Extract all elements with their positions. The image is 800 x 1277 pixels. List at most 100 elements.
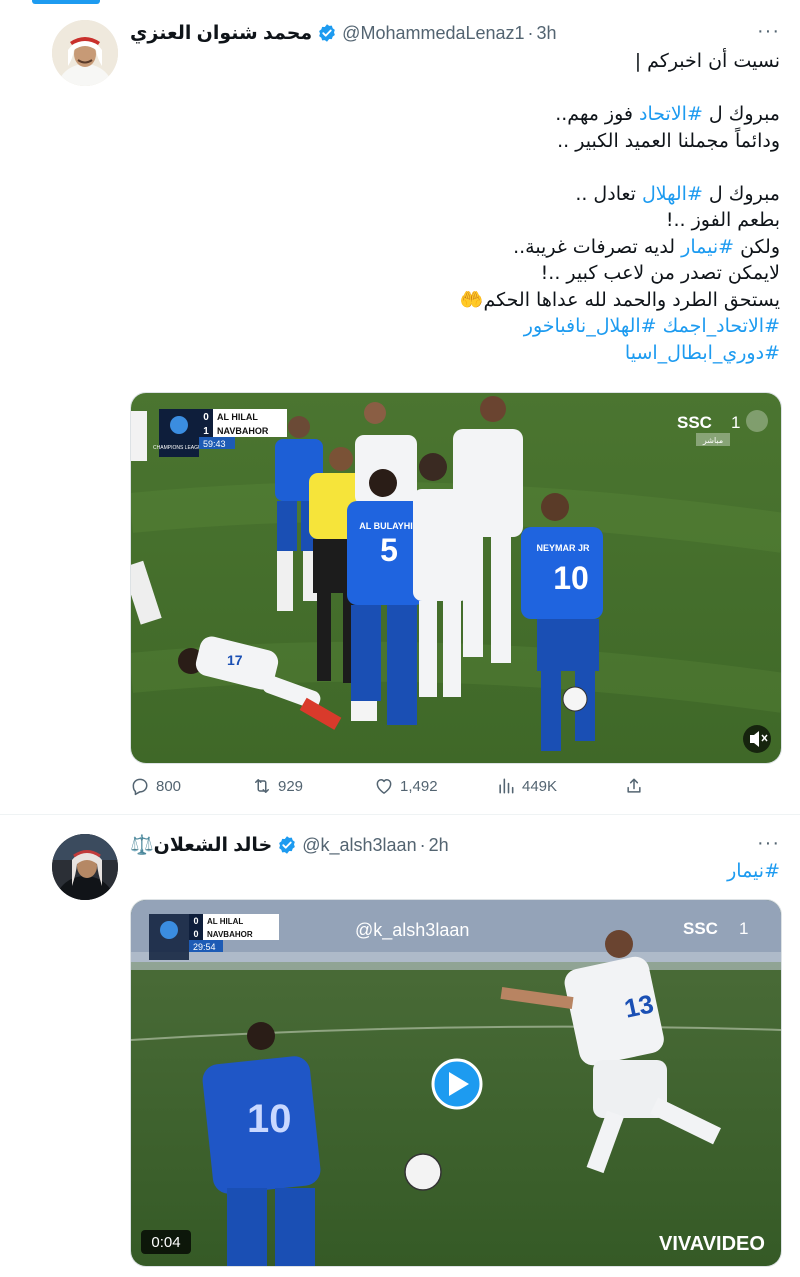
hashtag-link[interactable]: #الهلال bbox=[642, 183, 703, 205]
retweet-count: 929 bbox=[278, 777, 304, 795]
player-number-label: 10 bbox=[247, 1097, 292, 1141]
channel-number: 1 bbox=[739, 919, 748, 938]
hashtag-link[interactable]: #الهلال_نافباخور bbox=[524, 315, 657, 337]
more-options-icon[interactable]: ··· bbox=[757, 832, 780, 855]
hashtag-link[interactable]: #دوري_ابطال_اسيا bbox=[625, 342, 780, 364]
views-count: 449K bbox=[522, 777, 558, 795]
tweet-header: خالد الشعلان⚖️ @k_alsh3laan · 2h bbox=[130, 832, 449, 858]
play-icon[interactable] bbox=[431, 1058, 483, 1110]
text-segment: مبروك ل bbox=[702, 103, 780, 125]
score-home: 0 bbox=[193, 916, 198, 926]
score-away: 0 bbox=[193, 929, 198, 939]
tweet-text-line: نسيت أن اخبركم | bbox=[130, 48, 780, 75]
separator-dot: · bbox=[527, 22, 534, 43]
tweet-text-line: لايمكن تصدر من لاعب كبير ..! bbox=[130, 260, 780, 287]
hashtag-link[interactable]: #نيمار bbox=[727, 860, 780, 882]
score-home: 0 bbox=[203, 412, 209, 423]
team-home: AL HILAL bbox=[217, 412, 258, 422]
share-button[interactable] bbox=[624, 776, 650, 796]
channel-number: 1 bbox=[731, 413, 740, 432]
views-icon bbox=[499, 778, 514, 794]
text-segment: لايمكن تصدر من لاعب كبير ..! bbox=[540, 262, 780, 284]
player-number-label: 5 bbox=[380, 532, 398, 568]
verified-badge-icon bbox=[317, 23, 337, 43]
tweet-text-line: ودائماً مجملنا العميد الكبير .. bbox=[130, 128, 780, 155]
team-home: AL HILAL bbox=[207, 917, 243, 926]
retweet-icon bbox=[255, 779, 269, 793]
display-name[interactable]: خالد الشعلان⚖️ bbox=[130, 833, 272, 857]
like-count: 1,492 bbox=[400, 777, 438, 795]
player-number-label: 13 bbox=[622, 988, 657, 1023]
channel-name: SSC bbox=[677, 413, 712, 432]
display-name[interactable]: محمد شنوان العنزي bbox=[130, 22, 312, 45]
hashtag-link[interactable]: #الاتحاد bbox=[639, 103, 703, 125]
timestamp[interactable]: 3h bbox=[537, 23, 557, 44]
text-segment: نسيت أن اخبركم | bbox=[634, 50, 780, 72]
reply-count: 800 bbox=[156, 777, 182, 795]
tweet-text-line: #الاتحاد_اجمك #الهلال_نافباخور bbox=[130, 313, 780, 340]
text-segment: ودائماً مجملنا العميد الكبير .. bbox=[557, 129, 780, 152]
avatar-image bbox=[52, 834, 118, 900]
avatar-image bbox=[52, 20, 118, 86]
hashtag-link[interactable]: #الاتحاد_اجمك bbox=[663, 315, 780, 337]
team-away: NAVBAHOR bbox=[217, 426, 269, 436]
tweet-text-line: ولكن #نيمار لديه تصرفات غريبة.. bbox=[130, 234, 780, 261]
timestamp[interactable]: 2h bbox=[429, 835, 449, 856]
reply-button[interactable]: 800 bbox=[130, 776, 181, 796]
avatar[interactable] bbox=[52, 20, 118, 86]
tweet-text-line: بطعم الفوز ..! bbox=[130, 207, 780, 234]
video-frame: 0 AL HILAL 0 NAVBAHOR 29:54 @k_alsh3laan… bbox=[131, 900, 781, 1266]
reply-icon bbox=[132, 778, 148, 796]
text-segment: فوز مهم.. bbox=[555, 103, 640, 125]
tweet-text: نسيت أن اخبركم | مبروك ل #الاتحاد فوز مهم… bbox=[130, 48, 780, 366]
avatar[interactable] bbox=[52, 834, 118, 900]
player-name-label: AL BULAYHI bbox=[359, 521, 413, 531]
tweet-text-line: #دوري_ابطال_اسيا bbox=[130, 340, 780, 367]
heart-icon bbox=[376, 779, 392, 794]
text-segment: ولكن bbox=[734, 235, 780, 258]
user-handle[interactable]: @k_alsh3laan bbox=[302, 835, 416, 856]
hashtag-link[interactable]: #نيمار bbox=[681, 236, 734, 258]
tweet-text-line: مبروك ل #الهلال تعادل .. bbox=[130, 181, 780, 208]
tweet-header: محمد شنوان العنزي @MohammedaLenaz1 · 3h bbox=[130, 20, 557, 46]
text-segment: تعادل .. bbox=[575, 182, 642, 205]
tweet-video[interactable]: CHAMPIONS LEAGUE 0 AL HILAL 1 NAVBAHOR 5… bbox=[130, 392, 782, 764]
user-handle[interactable]: @MohammedaLenaz1 bbox=[342, 23, 524, 44]
tweet-text: #نيمار bbox=[130, 858, 780, 885]
team-away: NAVBAHOR bbox=[207, 930, 253, 939]
text-segment: مبروك ل bbox=[702, 182, 780, 205]
text-segment: لديه تصرفات غريبة.. bbox=[513, 235, 682, 258]
league-label: CHAMPIONS LEAGUE bbox=[153, 445, 206, 451]
score-away: 1 bbox=[203, 426, 209, 437]
tweet-text-line bbox=[130, 75, 780, 102]
share-icon bbox=[627, 778, 641, 793]
speaker-mute-icon[interactable] bbox=[743, 725, 771, 753]
player-number-label: 10 bbox=[553, 560, 589, 596]
tweet-article[interactable]: محمد شنوان العنزي @MohammedaLenaz1 · 3h … bbox=[0, 0, 800, 815]
more-options-icon[interactable]: ··· bbox=[757, 20, 780, 43]
live-label: مباشر bbox=[702, 436, 723, 445]
text-segment: يستحق الطرد والحمد لله عداها الحكم🤲 bbox=[459, 288, 780, 311]
video-frame: CHAMPIONS LEAGUE 0 AL HILAL 1 NAVBAHOR 5… bbox=[131, 393, 781, 763]
football bbox=[404, 1153, 442, 1191]
verified-badge-icon bbox=[277, 835, 297, 855]
watermark-handle: @k_alsh3laan bbox=[355, 920, 469, 941]
tweet-text-line: #نيمار bbox=[130, 858, 780, 885]
tweet-text-line bbox=[130, 154, 780, 181]
text-segment: بطعم الفوز ..! bbox=[665, 209, 780, 231]
video-duration: 0:04 bbox=[151, 1234, 180, 1251]
tweet-actions: 800 929 1,492 449K bbox=[130, 772, 650, 802]
match-clock: 59:43 bbox=[203, 439, 226, 449]
views-button[interactable]: 449K bbox=[496, 776, 557, 796]
channel-name: SSC bbox=[683, 919, 718, 938]
tweet-video[interactable]: 0 AL HILAL 0 NAVBAHOR 29:54 @k_alsh3laan… bbox=[130, 899, 782, 1267]
player-number-label: 17 bbox=[227, 652, 243, 668]
brand-watermark: VIVAVIDEO bbox=[659, 1233, 765, 1255]
player-name-label: NEYMAR JR bbox=[536, 543, 590, 553]
like-button[interactable]: 1,492 bbox=[374, 776, 438, 796]
separator-dot: · bbox=[419, 834, 426, 855]
retweet-button[interactable]: 929 bbox=[252, 776, 303, 796]
match-clock: 29:54 bbox=[193, 942, 216, 952]
tweet-text-line: مبروك ل #الاتحاد فوز مهم.. bbox=[130, 101, 780, 128]
tweet-text-line: يستحق الطرد والحمد لله عداها الحكم🤲 bbox=[130, 287, 780, 314]
